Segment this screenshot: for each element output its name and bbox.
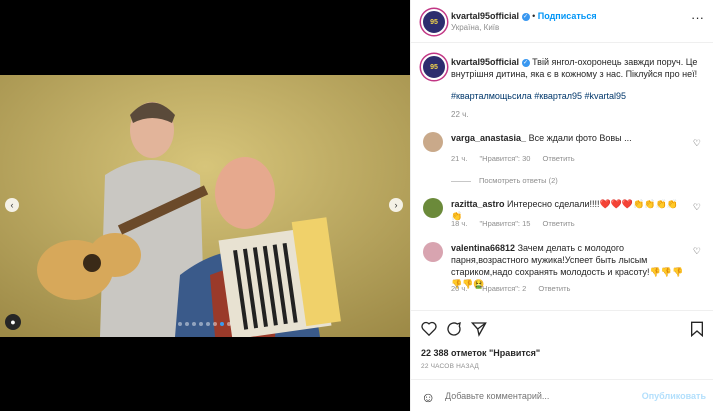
emoji-button[interactable]: ☺	[421, 389, 435, 405]
comment-text: Все ждали фото Вовы ...	[528, 133, 632, 143]
save-button[interactable]	[690, 321, 704, 340]
media-panel: ‹ › ●	[0, 0, 410, 411]
share-button[interactable]	[470, 321, 487, 340]
more-horizontal-icon: ···	[691, 10, 704, 25]
comment-like-button[interactable]: ♡	[693, 246, 701, 257]
comment-reply-button[interactable]: Ответить	[538, 284, 570, 293]
comment-likes[interactable]: "Нравится": 15	[480, 219, 531, 228]
chevron-right-icon: ›	[394, 200, 398, 210]
comment-text-block: varga_anastasia_ Все ждали фото Вовы ...	[451, 132, 689, 144]
comment-meta: 18 ч. "Нравится": 15 Ответить	[451, 219, 585, 228]
comment-avatar[interactable]	[423, 132, 443, 152]
comment-like-button[interactable]: ♡	[693, 138, 701, 149]
post-location[interactable]: Україна, Київ	[451, 23, 499, 32]
comment-reply-button[interactable]: Ответить	[543, 219, 575, 228]
like-button[interactable]	[421, 321, 437, 339]
comment-avatar[interactable]	[423, 242, 443, 262]
follow-button[interactable]: Подписаться	[538, 11, 597, 21]
post-actions: 22 388 отметок "Нравится" 22 ЧАСОВ НАЗАД…	[411, 310, 713, 411]
comment-divider	[411, 379, 713, 380]
carousel-dots	[178, 322, 231, 326]
heart-icon: ♡	[692, 202, 701, 212]
caption-text-block: kvartal95official ✓ Твій янгол-охоронець…	[451, 56, 703, 80]
header-username[interactable]: kvartal95official	[451, 11, 519, 21]
caption-hashtags[interactable]: #кварталмощьсила #квартал95 #kvartal95	[451, 90, 626, 102]
dot-separator: •	[532, 11, 536, 21]
heart-icon: ♡	[692, 138, 701, 148]
comment-text-block: valentina66812 Зачем делать с молодого п…	[451, 242, 689, 290]
comment-username[interactable]: razitta_astro	[451, 199, 505, 209]
carousel-dot	[178, 322, 182, 326]
comment-icon	[447, 321, 461, 336]
comment-username[interactable]: varga_anastasia_	[451, 133, 526, 143]
comment-meta: 21 ч. "Нравится": 30 Ответить	[451, 154, 585, 163]
publish-button[interactable]: Опубликовать	[642, 391, 706, 401]
author-avatar[interactable]: 95	[421, 9, 447, 35]
caption-verified-icon: ✓	[521, 58, 530, 67]
heart-icon	[421, 321, 437, 337]
user-tags-button[interactable]: ●	[5, 314, 21, 330]
avatar-text: 95	[430, 18, 438, 26]
comment-username[interactable]: valentina66812	[451, 243, 515, 253]
caption-avatar-text: 95	[430, 63, 438, 71]
post-modal: ‹ › ● 95 kvartal95official ✓ • Подписать…	[0, 0, 713, 411]
likes-count[interactable]: 22 388 отметок "Нравится"	[421, 348, 540, 358]
comment-time[interactable]: 20 ч.	[451, 284, 467, 293]
comment-time[interactable]: 18 ч.	[451, 219, 467, 228]
comment-item: razitta_astro Интересно сделали!!!!❤️❤️❤…	[423, 198, 705, 234]
post-photo[interactable]	[0, 75, 410, 337]
carousel-dot	[206, 322, 210, 326]
comment-time[interactable]: 21 ч.	[451, 154, 467, 163]
comment-item: varga_anastasia_ Все ждали фото Вовы ...…	[423, 132, 705, 192]
comment-meta: 20 ч. "Нравится": 2 Ответить	[451, 284, 580, 293]
carousel-prev-button[interactable]: ‹	[5, 198, 19, 212]
carousel-dot	[213, 322, 217, 326]
comment-avatar[interactable]	[423, 198, 443, 218]
carousel-dot	[227, 322, 231, 326]
comment-likes[interactable]: "Нравится": 30	[480, 154, 531, 163]
comment-item: valentina66812 Зачем делать с молодого п…	[423, 242, 705, 310]
share-icon	[470, 322, 487, 337]
carousel-dot	[185, 322, 189, 326]
smiley-icon: ☺	[421, 389, 436, 405]
carousel-dot	[192, 322, 196, 326]
user-icon: ●	[10, 317, 16, 327]
verified-badge-icon: ✓	[521, 12, 530, 21]
heart-icon: ♡	[692, 246, 701, 256]
view-replies-button[interactable]: Посмотреть ответы (2)	[451, 176, 558, 185]
more-options-button[interactable]: ···	[691, 10, 704, 25]
chevron-left-icon: ‹	[10, 200, 14, 210]
carousel-dot	[199, 322, 203, 326]
comment-input[interactable]	[443, 390, 647, 402]
comment-reply-button[interactable]: Ответить	[543, 154, 575, 163]
photo-illustration	[0, 75, 410, 337]
bookmark-icon	[691, 321, 703, 338]
post-sidebar: 95 kvartal95official ✓ • Подписаться Укр…	[410, 0, 713, 411]
caption-avatar[interactable]: 95	[421, 54, 447, 80]
caption-username[interactable]: kvartal95official	[451, 57, 519, 67]
comment-like-button[interactable]: ♡	[693, 202, 701, 213]
comment-button[interactable]	[446, 321, 462, 340]
caption-time[interactable]: 22 ч.	[451, 110, 469, 119]
comment-likes[interactable]: "Нравится": 2	[480, 284, 527, 293]
post-header: 95 kvartal95official ✓ • Подписаться Укр…	[411, 0, 713, 43]
header-user-line: kvartal95official ✓ • Подписаться	[451, 11, 597, 21]
carousel-next-button[interactable]: ›	[389, 198, 403, 212]
carousel-dot	[220, 322, 224, 326]
post-timestamp[interactable]: 22 ЧАСОВ НАЗАД	[421, 363, 479, 370]
